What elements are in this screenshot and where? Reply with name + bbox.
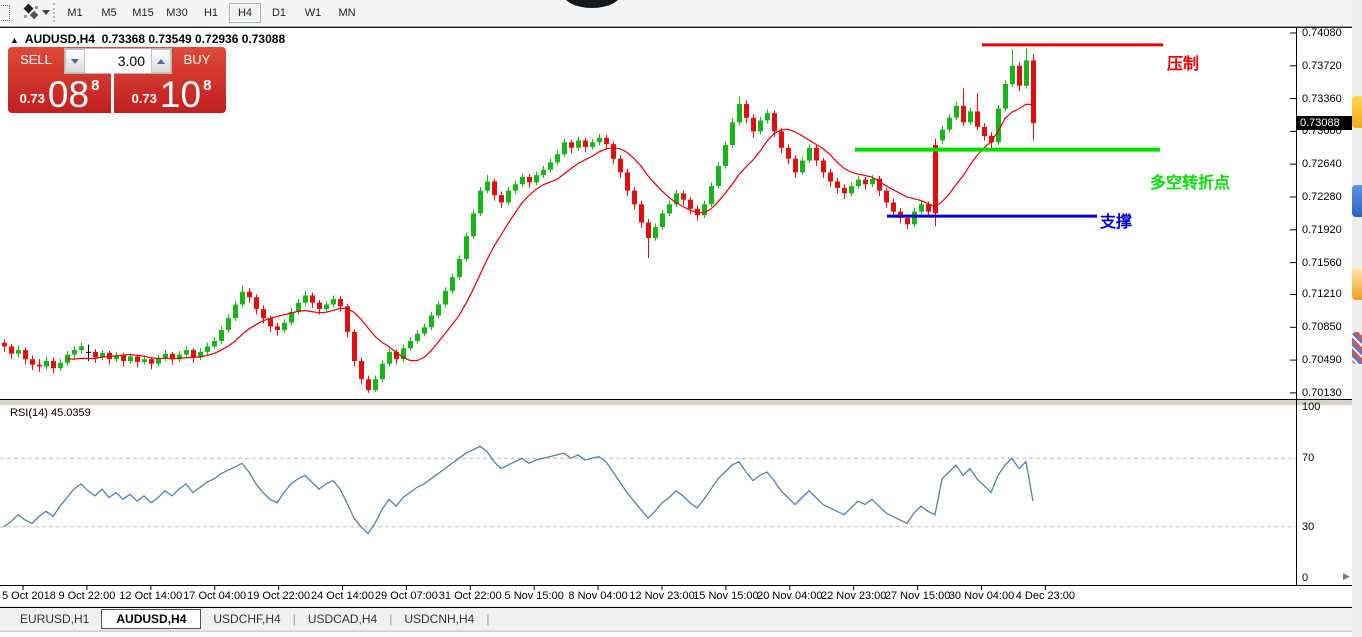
price-axis-label: 0.72280 xyxy=(1302,191,1342,203)
sell-price-display[interactable]: 0.73 08 8 xyxy=(8,73,114,113)
time-axis-label: 17 Oct 04:00 xyxy=(181,590,249,602)
chart-ohlc-values: 0.73368 0.73549 0.72936 0.73088 xyxy=(102,32,286,46)
sell-price-pip-digit: 8 xyxy=(91,77,99,94)
sell-price-big-digits: 08 xyxy=(48,80,89,110)
ma-line xyxy=(67,104,1033,360)
buy-price-display[interactable]: 0.73 10 8 xyxy=(117,73,226,113)
rsi-levels xyxy=(0,458,1296,526)
rsi-axis-label: 100 xyxy=(1302,401,1320,413)
price-axis-label: 0.73720 xyxy=(1302,60,1342,72)
sell-button[interactable]: SELL xyxy=(8,47,64,73)
buy-button[interactable]: BUY xyxy=(168,47,226,73)
resistance-label[interactable]: 压制 xyxy=(1167,50,1199,74)
time-axis-label: 5 Nov 15:00 xyxy=(500,590,568,602)
price-axis-label: 0.71210 xyxy=(1302,288,1342,300)
rsi-pane-border xyxy=(0,585,1352,586)
time-axis-label: 9 Oct 22:00 xyxy=(53,590,121,602)
price-axis-label: 0.73360 xyxy=(1302,93,1342,105)
chart-symbol-label: AUDUSD,H4 xyxy=(25,32,95,46)
time-axis-label: 12 Oct 14:00 xyxy=(117,590,185,602)
desktop-shortcut-icon[interactable] xyxy=(1352,332,1362,364)
chart-tab-usdcad-h4[interactable]: USDCAD,H4 xyxy=(296,610,389,628)
chart-tab-usdcnh-h4[interactable]: USDCNH,H4 xyxy=(392,610,486,628)
window-bottom-edge xyxy=(0,631,1352,637)
time-axis-label: 12 Nov 23:00 xyxy=(628,590,696,602)
price-axis-label: 0.71560 xyxy=(1302,257,1342,269)
buy-price-prefix: 0.73 xyxy=(132,91,157,106)
time-axis-label: 20 Nov 04:00 xyxy=(756,590,824,602)
time-axis-label: 30 Nov 04:00 xyxy=(948,590,1016,602)
desktop-shortcut-icon[interactable] xyxy=(1352,268,1362,300)
one-click-trading-panel: SELL BUY 0.73 08 8 0.73 10 8 xyxy=(8,47,226,113)
price-axis-border xyxy=(1296,28,1297,585)
price-axis-label: 0.73000 xyxy=(1302,125,1342,137)
time-axis-label: 22 Nov 23:00 xyxy=(820,590,888,602)
pivot-label[interactable]: 多空转折点 xyxy=(1150,169,1230,193)
support-label[interactable]: 支撑 xyxy=(1100,208,1132,232)
sell-price-prefix: 0.73 xyxy=(20,91,45,106)
price-axis-label: 0.72640 xyxy=(1302,158,1342,170)
rsi-axis-label: 70 xyxy=(1302,452,1314,464)
rsi-line xyxy=(4,446,1033,533)
price-axis-label: 0.71920 xyxy=(1302,224,1342,236)
collapse-arrow-icon[interactable]: ▲ xyxy=(10,35,19,45)
tab-separator: | xyxy=(486,612,489,626)
price-axis-label: 0.74080 xyxy=(1302,27,1342,39)
annotation-lines xyxy=(855,45,1163,216)
scroll-right-arrow-icon[interactable]: ▶ xyxy=(1343,571,1350,582)
time-axis-label: 27 Nov 15:00 xyxy=(884,590,952,602)
price-axis-label: 0.70490 xyxy=(1302,354,1342,366)
rsi-axis-label: 0 xyxy=(1302,572,1308,584)
time-axis-label: 31 Oct 22:00 xyxy=(436,590,504,602)
buy-price-big-digits: 10 xyxy=(160,80,201,110)
price-axis-label: 0.70850 xyxy=(1302,321,1342,333)
chart-ohlc-header: ▲ AUDUSD,H4 0.73368 0.73549 0.72936 0.730… xyxy=(10,32,285,46)
volume-input[interactable] xyxy=(85,49,151,73)
time-axis-label: 29 Oct 07:00 xyxy=(372,590,440,602)
rsi-indicator-label: RSI(14) 45.0359 xyxy=(10,407,91,419)
time-axis-label: 15 Nov 15:00 xyxy=(692,590,760,602)
time-axis-label: 4 Dec 23:00 xyxy=(1011,590,1079,602)
time-axis-label: 8 Nov 04:00 xyxy=(564,590,632,602)
desktop-shortcut-icon[interactable] xyxy=(1352,185,1362,217)
desktop-shortcut-icon[interactable] xyxy=(1352,96,1362,128)
up-arrow-icon xyxy=(157,59,165,64)
buy-price-pip-digit: 8 xyxy=(203,77,211,94)
price-axis-label: 0.70130 xyxy=(1302,387,1342,399)
rsi-axis-label: 30 xyxy=(1302,521,1314,533)
time-axis-label: 19 Oct 22:00 xyxy=(245,590,313,602)
chart-tab-usdchf-h4[interactable]: USDCHF,H4 xyxy=(201,610,292,628)
chart-tab-audusd-h4[interactable]: AUDUSD,H4 xyxy=(101,609,201,629)
down-arrow-icon xyxy=(71,59,79,64)
volume-spinner xyxy=(64,48,172,74)
chart-tab-bar: EURUSD,H1AUDUSD,H4USDCHF,H4|USDCAD,H4|US… xyxy=(0,608,1352,631)
pane-splitter-handle[interactable] xyxy=(0,400,1352,406)
time-axis-label: 24 Oct 14:00 xyxy=(309,590,377,602)
volume-decrease-button[interactable] xyxy=(65,49,85,73)
chart-tab-eurusd-h1[interactable]: EURUSD,H1 xyxy=(8,610,101,628)
time-axis-label: 5 Oct 2018 xyxy=(2,590,56,602)
